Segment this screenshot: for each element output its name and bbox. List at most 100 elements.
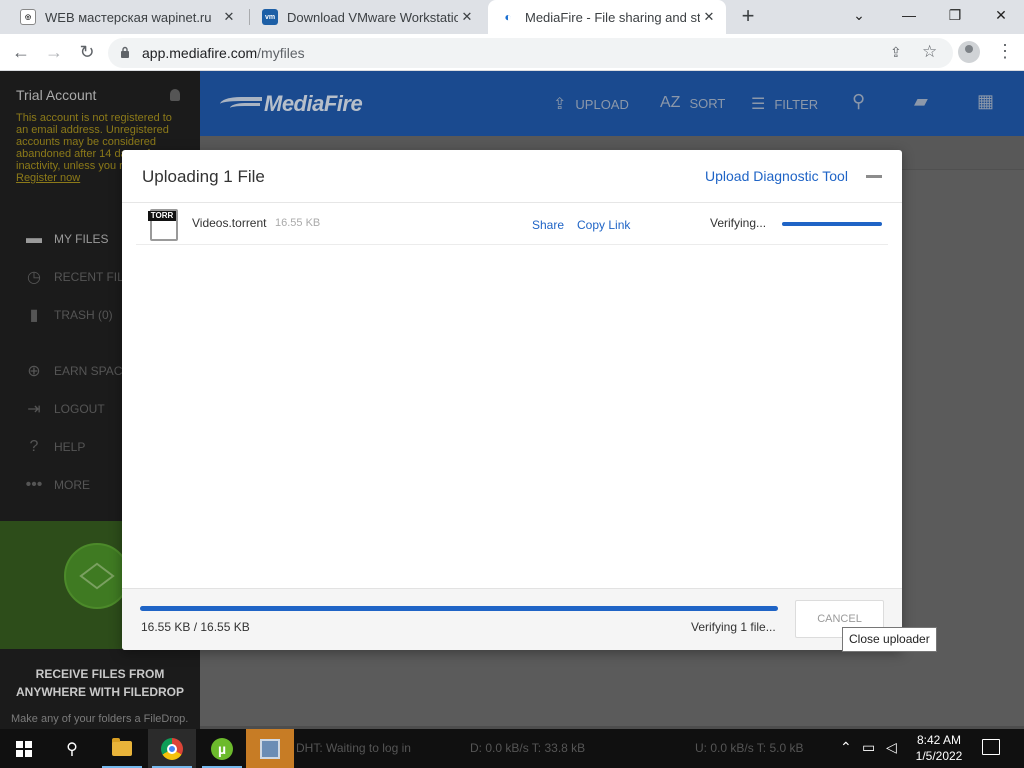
dht-status: DHT: Waiting to log in: [296, 741, 411, 755]
register-link[interactable]: Register now: [16, 172, 80, 184]
app-header: MediaFire ⇪ UPLOAD AZ SORT ☰ FILTER ⚲ ▰ …: [200, 71, 1024, 136]
volume-muted-icon[interactable]: ◁: [886, 739, 897, 756]
mediafire-favicon-icon: ◐: [504, 10, 512, 24]
tab-search-button[interactable]: ⌄: [836, 4, 882, 28]
minimize-uploader-button[interactable]: [866, 175, 882, 178]
url-path: /myfiles: [257, 45, 305, 61]
help-icon: ?: [29, 438, 39, 455]
sidebar-item-label: More: [54, 478, 90, 492]
filter-label: FILTER: [774, 96, 819, 112]
total-progress-bar: [140, 606, 778, 611]
menu-kebab-icon[interactable]: ⋮: [996, 40, 1014, 62]
tab-title: Download VMware Workstation Pro: [287, 9, 458, 25]
trash-icon: ▮: [29, 307, 39, 324]
notifications-icon[interactable]: [982, 739, 1000, 755]
tab-wapinet[interactable]: ◎ WEB мастерская wapinet.ru ✕: [8, 0, 246, 34]
wapinet-favicon-icon: ◎: [20, 9, 36, 25]
sidebar-item-help[interactable]: ? Help: [24, 435, 86, 459]
logout-icon: ⇥: [27, 401, 41, 418]
network-icon[interactable]: ▭: [862, 739, 875, 756]
bookmark-star-icon[interactable]: ☆: [922, 42, 937, 62]
sidebar-item-logout[interactable]: ⇥ Logout: [24, 397, 104, 421]
file-progress-bar: [782, 222, 882, 226]
windows-logo-icon: [16, 740, 32, 757]
copy-link[interactable]: Copy Link: [577, 218, 630, 232]
filter-button[interactable]: ☰ FILTER: [751, 94, 818, 114]
plus-circle-icon: ⊕: [27, 363, 41, 380]
sidebar-item-trash[interactable]: ▮ Trash (0): [24, 303, 113, 327]
taskbar-chrome[interactable]: [148, 729, 196, 768]
show-hidden-icons-icon[interactable]: ⌃: [840, 739, 852, 756]
account-title: Trial Account: [16, 87, 97, 103]
more-icon: •••: [25, 476, 43, 493]
tab-vmware[interactable]: vm Download VMware Workstation Pro ✕: [250, 0, 484, 34]
filedrop-title: RECEIVE FILES FROM ANYWHERE WITH FILEDRO…: [16, 667, 184, 699]
folder-icon: [112, 738, 132, 756]
upload-button[interactable]: ⇪ UPLOAD: [553, 94, 629, 114]
lock-icon: [121, 46, 129, 58]
total-status: Verifying 1 file...: [691, 620, 776, 634]
taskbar-file-explorer[interactable]: [98, 729, 146, 768]
notification-bell-icon[interactable]: [170, 89, 180, 101]
close-tab-icon[interactable]: ✕: [458, 9, 476, 25]
mediafire-logo[interactable]: MediaFire: [220, 89, 400, 119]
address-bar[interactable]: app.mediafire.com/myfiles ⇪ ☆: [108, 38, 953, 68]
logo-text: MediaFire: [264, 91, 363, 116]
taskbar-vmware[interactable]: [246, 729, 294, 768]
file-status: Verifying...: [710, 216, 767, 230]
url-text: app.mediafire.com/myfiles: [142, 45, 305, 61]
upload-file-row: TORR Videos.torrent 16.55 KB Share Copy …: [136, 203, 888, 245]
logo-flame-inner: [230, 103, 260, 113]
uploader-dialog: Uploading 1 File Upload Diagnostic Tool …: [122, 150, 902, 650]
download-status: D: 0.0 kB/s T: 33.8 kB: [470, 741, 586, 755]
upload-diagnostic-link[interactable]: Upload Diagnostic Tool: [705, 168, 848, 184]
share-link[interactable]: Share: [532, 218, 564, 232]
reload-button[interactable]: ↻: [74, 40, 100, 66]
windows-taskbar: ⚲ µ DHT: Waiting to log in D: 0.0 kB/s T…: [0, 729, 1024, 768]
start-button[interactable]: [0, 729, 48, 768]
back-button[interactable]: ←: [8, 40, 34, 66]
upload-label: UPLOAD: [575, 96, 629, 112]
tab-title: WEB мастерская wapinet.ru: [45, 9, 212, 25]
restore-window-button[interactable]: ❐: [932, 4, 978, 28]
new-tab-button[interactable]: +: [736, 5, 760, 29]
vmware-icon: [260, 738, 280, 759]
sort-button[interactable]: AZ SORT: [660, 94, 725, 112]
browser-toolbar: ← → ↻ app.mediafire.com/myfiles ⇪ ☆ ⋮: [0, 34, 1024, 71]
grid-view-icon[interactable]: ▦: [977, 91, 994, 112]
sidebar-item-my-files[interactable]: ▬ My Files: [24, 227, 108, 251]
utorrent-icon: µ: [211, 737, 233, 760]
browser-tab-bar: ◎ WEB мастерская wapinet.ru ✕ vm Downloa…: [0, 0, 1024, 34]
close-tab-icon[interactable]: ✕: [220, 9, 238, 25]
total-size: 16.55 KB / 16.55 KB: [141, 620, 250, 634]
sidebar-item-more[interactable]: ••• More: [24, 473, 90, 497]
vmware-favicon-icon: vm: [262, 9, 278, 25]
sidebar-item-label: Trash (0): [54, 308, 113, 322]
minimize-window-button[interactable]: —: [886, 4, 932, 28]
upload-icon: ⇪: [553, 96, 567, 113]
close-window-button[interactable]: ✕: [978, 4, 1024, 28]
share-icon[interactable]: ⇪: [890, 44, 902, 61]
close-tab-icon[interactable]: ✕: [700, 9, 718, 25]
url-host: app.mediafire.com: [142, 45, 258, 61]
uploader-title: Uploading 1 File: [142, 167, 265, 186]
search-icon[interactable]: ⚲: [852, 91, 865, 112]
torrent-file-icon: TORR: [148, 209, 180, 241]
forward-button[interactable]: →: [41, 40, 67, 66]
taskbar-utorrent[interactable]: µ: [198, 729, 246, 768]
system-clock[interactable]: 8:42 AM 1/5/2022: [914, 732, 964, 764]
taskbar-search-button[interactable]: ⚲: [48, 729, 96, 768]
file-name: Videos.torrent: [192, 216, 267, 230]
profile-avatar[interactable]: [958, 41, 980, 63]
new-folder-icon[interactable]: ▰: [914, 91, 928, 112]
sidebar-item-label: My Files: [54, 232, 109, 246]
tab-title: MediaFire - File sharing and storage mad…: [525, 9, 700, 25]
sidebar-item-label: Earn Space: [54, 364, 131, 378]
chrome-icon: [161, 737, 183, 760]
file-type-tag: TORR: [148, 211, 176, 221]
sidebar-item-earn-space[interactable]: ⊕ Earn Space: [24, 359, 130, 383]
filter-icon: ☰: [751, 96, 766, 113]
clock-icon: ◷: [27, 269, 41, 286]
sort-label: SORT: [689, 95, 726, 111]
tab-mediafire[interactable]: ◐ MediaFire - File sharing and storage m…: [488, 0, 726, 34]
